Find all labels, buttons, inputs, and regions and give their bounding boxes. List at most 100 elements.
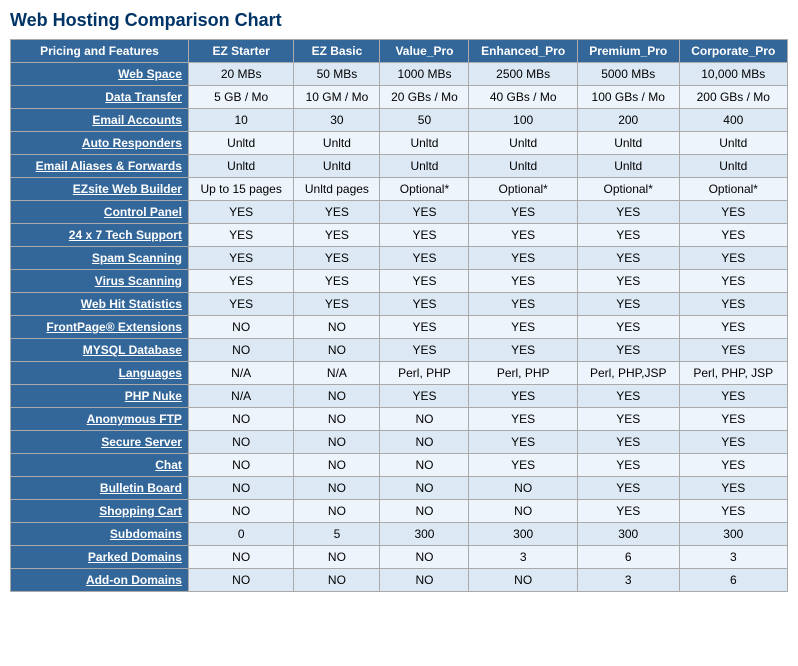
value-cell: NO bbox=[294, 477, 380, 500]
table-row: PHP NukeN/ANOYESYESYESYES bbox=[11, 385, 788, 408]
value-cell: 1000 MBs bbox=[380, 63, 469, 86]
value-cell: YES bbox=[679, 477, 787, 500]
value-cell: NO bbox=[380, 431, 469, 454]
value-cell: NO bbox=[294, 546, 380, 569]
value-cell: N/A bbox=[294, 362, 380, 385]
value-cell: NO bbox=[188, 477, 293, 500]
value-cell: YES bbox=[469, 385, 577, 408]
feature-cell: MYSQL Database bbox=[11, 339, 189, 362]
value-cell: Perl, PHP, JSP bbox=[679, 362, 787, 385]
feature-link[interactable]: Bulletin Board bbox=[100, 481, 182, 495]
value-cell: YES bbox=[679, 293, 787, 316]
feature-link[interactable]: Data Transfer bbox=[105, 90, 182, 104]
feature-link[interactable]: Parked Domains bbox=[88, 550, 182, 564]
page-title: Web Hosting Comparison Chart bbox=[10, 10, 788, 31]
value-cell: 6 bbox=[577, 546, 679, 569]
value-cell: YES bbox=[577, 270, 679, 293]
feature-cell: Spam Scanning bbox=[11, 247, 189, 270]
feature-link[interactable]: Shopping Cart bbox=[99, 504, 182, 518]
value-cell: YES bbox=[469, 431, 577, 454]
feature-link[interactable]: Web Space bbox=[118, 67, 182, 81]
feature-cell: Shopping Cart bbox=[11, 500, 189, 523]
value-cell: NO bbox=[294, 316, 380, 339]
value-cell: YES bbox=[679, 385, 787, 408]
value-cell: Unltd bbox=[380, 132, 469, 155]
value-cell: YES bbox=[294, 201, 380, 224]
feature-link[interactable]: 24 x 7 Tech Support bbox=[69, 228, 182, 242]
value-cell: Unltd bbox=[188, 155, 293, 178]
feature-link[interactable]: Anonymous FTP bbox=[87, 412, 182, 426]
value-cell: YES bbox=[469, 408, 577, 431]
feature-cell: Anonymous FTP bbox=[11, 408, 189, 431]
value-cell: 2500 MBs bbox=[469, 63, 577, 86]
feature-link[interactable]: Secure Server bbox=[101, 435, 182, 449]
value-cell: Unltd bbox=[679, 155, 787, 178]
value-cell: YES bbox=[679, 316, 787, 339]
value-cell: 0 bbox=[188, 523, 293, 546]
value-cell: NO bbox=[380, 569, 469, 592]
table-row: Secure ServerNONONOYESYESYES bbox=[11, 431, 788, 454]
value-cell: 5 bbox=[294, 523, 380, 546]
feature-cell: Secure Server bbox=[11, 431, 189, 454]
table-row: Shopping CartNONONONOYESYES bbox=[11, 500, 788, 523]
feature-link[interactable]: Auto Responders bbox=[82, 136, 182, 150]
value-cell: Unltd bbox=[294, 155, 380, 178]
value-cell: 3 bbox=[577, 569, 679, 592]
feature-link[interactable]: EZsite Web Builder bbox=[73, 182, 182, 196]
feature-link[interactable]: Subdomains bbox=[110, 527, 182, 541]
value-cell: 200 bbox=[577, 109, 679, 132]
feature-link[interactable]: Email Aliases & Forwards bbox=[36, 159, 182, 173]
value-cell: 100 GBs / Mo bbox=[577, 86, 679, 109]
value-cell: 50 bbox=[380, 109, 469, 132]
value-cell: Unltd bbox=[188, 132, 293, 155]
value-cell: YES bbox=[679, 408, 787, 431]
value-cell: YES bbox=[294, 270, 380, 293]
value-cell: YES bbox=[380, 339, 469, 362]
value-cell: NO bbox=[294, 408, 380, 431]
feature-cell: Chat bbox=[11, 454, 189, 477]
value-cell: YES bbox=[577, 224, 679, 247]
feature-link[interactable]: PHP Nuke bbox=[125, 389, 182, 403]
feature-link[interactable]: Control Panel bbox=[104, 205, 182, 219]
feature-link[interactable]: FrontPage® Extensions bbox=[46, 320, 182, 334]
value-cell: 20 GBs / Mo bbox=[380, 86, 469, 109]
feature-cell: Web Space bbox=[11, 63, 189, 86]
value-cell: NO bbox=[380, 408, 469, 431]
header-corporate-pro: Corporate_Pro bbox=[679, 40, 787, 63]
feature-link[interactable]: Add-on Domains bbox=[86, 573, 182, 587]
value-cell: Unltd bbox=[469, 155, 577, 178]
table-row: Add-on DomainsNONONONO36 bbox=[11, 569, 788, 592]
value-cell: YES bbox=[577, 477, 679, 500]
feature-link[interactable]: Chat bbox=[155, 458, 182, 472]
value-cell: YES bbox=[577, 431, 679, 454]
value-cell: NO bbox=[188, 546, 293, 569]
value-cell: NO bbox=[188, 408, 293, 431]
feature-link[interactable]: Web Hit Statistics bbox=[81, 297, 182, 311]
value-cell: YES bbox=[679, 247, 787, 270]
feature-link[interactable]: Email Accounts bbox=[92, 113, 182, 127]
value-cell: 50 MBs bbox=[294, 63, 380, 86]
feature-link[interactable]: MYSQL Database bbox=[83, 343, 182, 357]
value-cell: NO bbox=[469, 569, 577, 592]
value-cell: YES bbox=[577, 339, 679, 362]
value-cell: YES bbox=[380, 293, 469, 316]
value-cell: YES bbox=[380, 247, 469, 270]
value-cell: 40 GBs / Mo bbox=[469, 86, 577, 109]
table-row: LanguagesN/AN/APerl, PHPPerl, PHPPerl, P… bbox=[11, 362, 788, 385]
value-cell: Perl, PHP bbox=[469, 362, 577, 385]
value-cell: NO bbox=[294, 454, 380, 477]
feature-link[interactable]: Spam Scanning bbox=[92, 251, 182, 265]
value-cell: 5000 MBs bbox=[577, 63, 679, 86]
value-cell: Optional* bbox=[469, 178, 577, 201]
feature-link[interactable]: Virus Scanning bbox=[95, 274, 182, 288]
feature-link[interactable]: Languages bbox=[119, 366, 182, 380]
value-cell: YES bbox=[679, 224, 787, 247]
header-value-pro: Value_Pro bbox=[380, 40, 469, 63]
value-cell: YES bbox=[188, 201, 293, 224]
header-ez-starter: EZ Starter bbox=[188, 40, 293, 63]
value-cell: 6 bbox=[679, 569, 787, 592]
value-cell: YES bbox=[380, 224, 469, 247]
feature-cell: Control Panel bbox=[11, 201, 189, 224]
value-cell: N/A bbox=[188, 362, 293, 385]
value-cell: 3 bbox=[679, 546, 787, 569]
